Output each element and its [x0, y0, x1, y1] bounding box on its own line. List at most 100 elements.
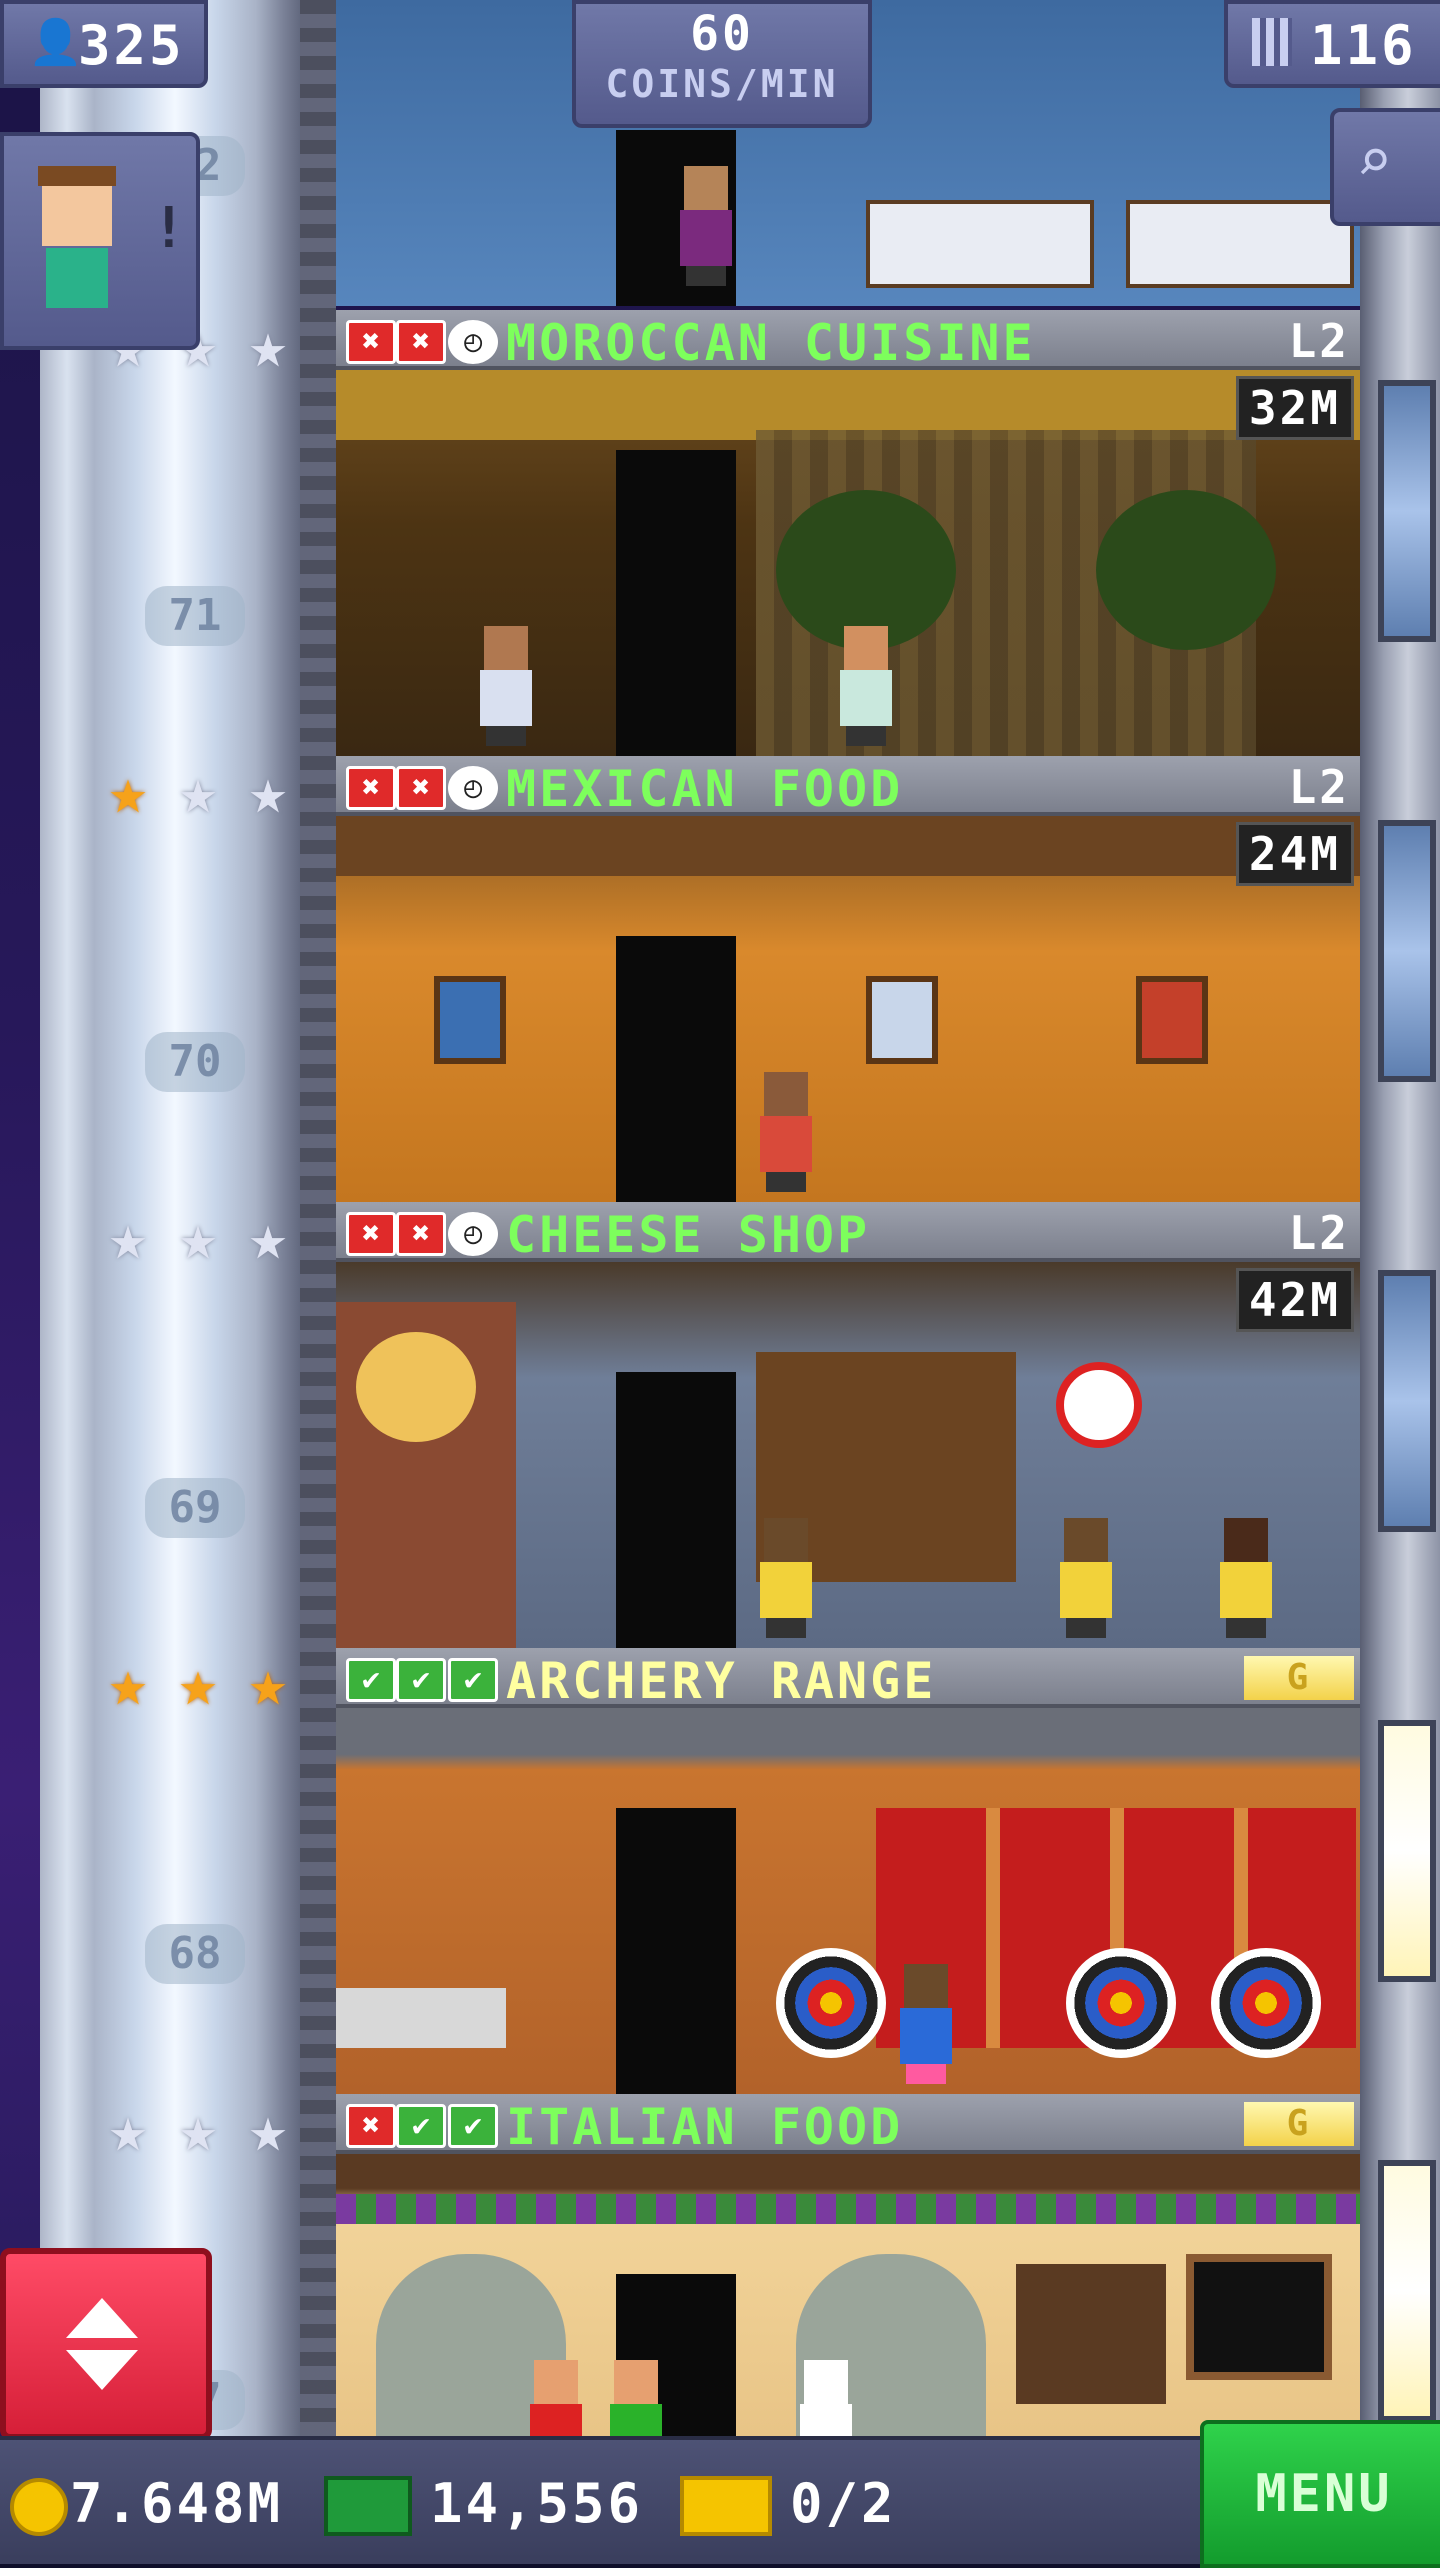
floor-name: ITALIAN FOOD	[506, 2098, 904, 2156]
building-window	[1378, 380, 1436, 642]
arrow-up-icon	[66, 2298, 138, 2338]
silver-star-icon: ★	[248, 309, 288, 383]
magnifier-icon: ⌕	[1356, 126, 1393, 196]
floor-italian-food[interactable]: ✖ ✔ ✔ ITALIAN FOOD G	[336, 2094, 1360, 2460]
archery-target	[776, 1948, 886, 2058]
x-status-icon: ✖	[346, 320, 396, 364]
floor-count-value: 116	[1310, 14, 1417, 77]
tickets-value[interactable]: 0/2	[790, 2472, 897, 2535]
resident-sprite[interactable]	[896, 1964, 956, 2084]
floor-level: L2	[1288, 314, 1350, 368]
no-mouse-sign	[1056, 1362, 1142, 1448]
coins-value[interactable]: 7.648M	[70, 2472, 283, 2535]
silver-star-icon: ★	[108, 2093, 148, 2167]
silver-star-icon: ★	[178, 2093, 218, 2167]
door	[616, 450, 736, 756]
elevator-button[interactable]	[0, 2248, 212, 2440]
avatar	[42, 176, 112, 246]
restock-timer: 32M	[1235, 376, 1354, 440]
check-status-icon: ✔	[346, 1658, 396, 1702]
building-icon	[1252, 18, 1292, 66]
grape-vine-garland	[336, 2194, 1360, 2224]
floor-header: ✖ ✖ ◴ MEXICAN FOOD L2	[336, 756, 1360, 818]
building-right-wall	[1360, 0, 1440, 2440]
building-window-lit	[1378, 1720, 1436, 1982]
palm-plant	[1096, 490, 1276, 650]
bux-value[interactable]: 14,556	[430, 2472, 643, 2535]
door	[616, 936, 736, 1202]
gold-ticket-badge[interactable]: G	[1244, 2102, 1354, 2146]
resident-sprite[interactable]	[476, 626, 536, 746]
floor-star-rating: ★ ★ ★	[96, 760, 306, 830]
shaft-floor-number: 69	[145, 1478, 245, 1538]
coin-icon	[10, 2478, 68, 2536]
silver-star-icon: ★	[178, 1201, 218, 1275]
building-window-lit	[1378, 2160, 1436, 2422]
alert-exclamation-icon: !	[152, 196, 186, 261]
building-window	[1378, 820, 1436, 1082]
gold-star-icon: ★	[108, 1647, 148, 1721]
floor-archery-range[interactable]: ✔ ✔ ✔ ARCHERY RANGE G	[336, 1648, 1360, 2094]
avatar-hair	[38, 166, 116, 186]
floor-header: ✖ ✖ ◴ MOROCCAN CUISINE L2	[336, 310, 1360, 372]
menu-button[interactable]: MENU	[1200, 2420, 1440, 2568]
floor-name: MEXICAN FOOD	[506, 760, 904, 818]
floor-header: ✖ ✖ ◴ CHEESE SHOP L2	[336, 1202, 1360, 1264]
restock-timer: 42M	[1235, 1268, 1354, 1332]
resident-sprite[interactable]	[1056, 1518, 1116, 1638]
floor-mexican-food[interactable]: ✖ ✖ ◴ MEXICAN FOOD L2 24M	[336, 756, 1360, 1202]
door	[616, 1372, 736, 1648]
visitor-alert-button[interactable]: !	[0, 132, 200, 350]
x-status-icon: ✖	[346, 766, 396, 810]
zoom-button[interactable]: ⌕	[1330, 108, 1440, 226]
archery-target	[1066, 1948, 1176, 2058]
clock-icon: ◴	[448, 1212, 498, 1256]
population-counter[interactable]: 👤 325	[0, 0, 208, 88]
floor-count-display[interactable]: 116	[1224, 0, 1440, 88]
floor-header: ✖ ✔ ✔ ITALIAN FOOD G	[336, 2094, 1360, 2156]
resident-sprite[interactable]	[1216, 1518, 1276, 1638]
floor-moroccan-cuisine[interactable]: ✖ ✖ ◴ MOROCCAN CUISINE L2 32M	[336, 310, 1360, 756]
x-status-icon: ✖	[346, 2104, 396, 2148]
clock-icon: ◴	[448, 766, 498, 810]
floor-star-rating: ★ ★ ★	[96, 1206, 306, 1276]
floor-cheese-shop[interactable]: ✖ ✖ ◴ CHEESE SHOP L2 42M	[336, 1202, 1360, 1648]
coins-rate-unit: COINS/MIN	[605, 62, 839, 106]
floor-level: L2	[1288, 1206, 1350, 1260]
check-status-icon: ✔	[448, 2104, 498, 2148]
silver-star-icon: ★	[248, 755, 288, 829]
ceiling-trim	[336, 816, 1360, 876]
resident-sprite[interactable]	[756, 1518, 816, 1638]
room-interior	[336, 2154, 1360, 2460]
wall-painting	[434, 976, 506, 1064]
shaft-floor-number: 68	[145, 1924, 245, 1984]
room-interior	[336, 370, 1360, 756]
floor-level: L2	[1288, 760, 1350, 814]
resident-sprite[interactable]	[676, 166, 736, 286]
room-interior	[336, 816, 1360, 1202]
x-status-icon: ✖	[396, 766, 446, 810]
arrow-down-icon	[66, 2350, 138, 2390]
gold-ticket-badge[interactable]: G	[1244, 1656, 1354, 1700]
cheese-wheel	[356, 1332, 476, 1442]
ticket-icon	[680, 2476, 772, 2536]
floor-name: ARCHERY RANGE	[506, 1652, 937, 1710]
check-status-icon: ✔	[396, 1658, 446, 1702]
room-interior	[336, 1708, 1360, 2094]
resident-sprite[interactable]	[836, 626, 896, 746]
floor-name: CHEESE SHOP	[506, 1206, 871, 1264]
coins-per-minute-display[interactable]: 60 COINS/MIN	[572, 0, 872, 128]
clock-icon: ◴	[448, 320, 498, 364]
door	[616, 1808, 736, 2094]
wall-painting	[1136, 976, 1208, 1064]
archery-target	[1211, 1948, 1321, 2058]
dining-table	[866, 200, 1094, 288]
floor-star-rating: ★ ★ ★	[96, 1652, 306, 1722]
floor-star-rating: ★ ★ ★	[96, 2098, 306, 2168]
silver-star-icon: ★	[248, 1201, 288, 1275]
restock-timer: 24M	[1235, 822, 1354, 886]
building-window	[1378, 1270, 1436, 1532]
resident-sprite[interactable]	[756, 1072, 816, 1192]
check-status-icon: ✔	[448, 1658, 498, 1702]
person-icon: 👤	[28, 17, 83, 68]
